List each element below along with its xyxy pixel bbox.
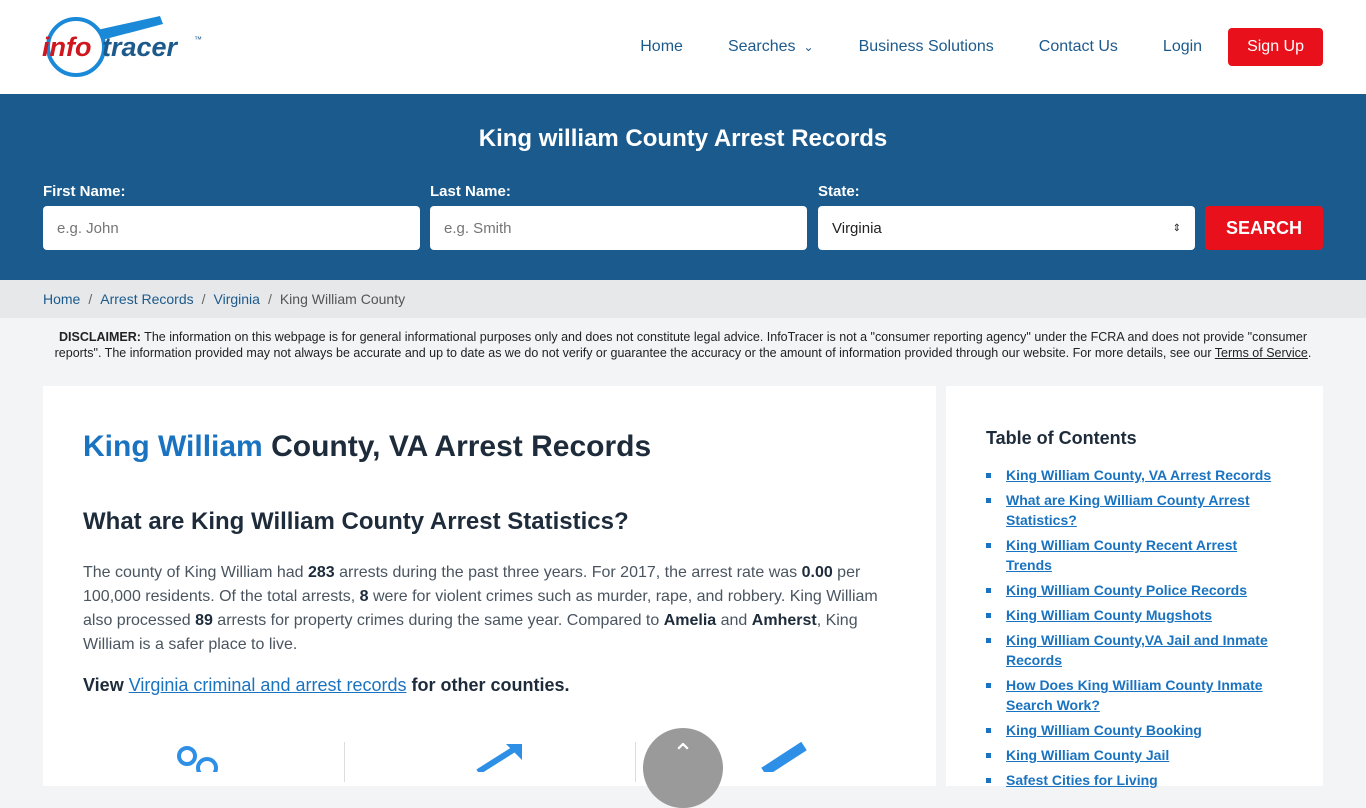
- stats-paragraph: The county of King William had 283 arres…: [83, 564, 878, 653]
- state-select[interactable]: Virginia ⇕: [818, 206, 1195, 250]
- toc-link[interactable]: What are King William County Arrest Stat…: [1006, 492, 1250, 528]
- breadcrumb-current: King William County: [279, 291, 406, 307]
- breadcrumb-arrest-records[interactable]: Arrest Records: [100, 291, 193, 307]
- svg-text:™: ™: [194, 35, 202, 44]
- section-title: What are King William County Arrest Stat…: [83, 508, 629, 535]
- toc-item: What are King William County Arrest Stat…: [986, 490, 1283, 530]
- hero-title: King william County Arrest Records: [478, 125, 888, 152]
- view-records-line: View Virginia criminal and arrest record…: [83, 675, 570, 695]
- toc-link[interactable]: King William County Recent Arrest Trends: [1006, 537, 1237, 573]
- table-of-contents: Table of Contents King William County, V…: [946, 386, 1323, 788]
- toc-link[interactable]: King William County Jail: [1006, 747, 1169, 763]
- divider: [344, 742, 345, 782]
- toc-link[interactable]: King William County Mugshots: [1006, 607, 1212, 623]
- nav-home[interactable]: Home: [640, 38, 683, 56]
- breadcrumb-home[interactable]: Home: [43, 291, 80, 307]
- toc-link[interactable]: King William County Booking: [1006, 722, 1202, 738]
- toc-item: Safest Cities for Living: [986, 770, 1283, 790]
- last-name-input[interactable]: [430, 206, 807, 250]
- svg-text:info: info: [42, 32, 91, 62]
- toc-item: King William County, VA Arrest Records: [986, 465, 1283, 485]
- nav-contact-us[interactable]: Contact Us: [1039, 38, 1118, 56]
- page-title: King William County, VA Arrest Records: [83, 430, 896, 464]
- title-rest: County, VA Arrest Records: [262, 430, 652, 463]
- last-name-label: Last Name:: [430, 183, 511, 200]
- breadcrumb: Home / Arrest Records / Virginia / King Wil…: [0, 280, 1366, 318]
- chevron-up-icon: ⌃: [672, 738, 694, 768]
- select-arrows-icon: ⇕: [1172, 222, 1181, 234]
- toc-item: King William County Police Records: [986, 580, 1283, 600]
- state-label: State:: [818, 183, 860, 200]
- title-highlight: King William: [83, 430, 263, 463]
- signup-button[interactable]: Sign Up: [1228, 28, 1323, 66]
- divider: [635, 742, 636, 782]
- toc-item: King William County Mugshots: [986, 605, 1283, 625]
- nav-login[interactable]: Login: [1163, 38, 1202, 56]
- chevron-down-icon: ⌄: [803, 40, 814, 54]
- top-nav: info tracer ™ Home Searches ⌄ Business So…: [0, 0, 1366, 94]
- scroll-to-top-button[interactable]: ⌃: [643, 728, 723, 808]
- svg-text:tracer: tracer: [102, 32, 179, 62]
- state-value: Virginia: [832, 219, 882, 237]
- toc-link[interactable]: King William County, VA Arrest Records: [1006, 467, 1271, 483]
- toc-item: King William County,VA Jail and Inmate R…: [986, 630, 1283, 670]
- nav-searches-label: Searches: [727, 38, 796, 55]
- nav-business-solutions[interactable]: Business Solutions: [859, 38, 994, 56]
- disclaimer-text: The information on this webpage is for g…: [54, 330, 1307, 360]
- first-name-label: First Name:: [43, 183, 126, 200]
- stat-icons: [43, 742, 936, 792]
- toc-link[interactable]: King William County,VA Jail and Inmate R…: [1006, 632, 1268, 668]
- search-button[interactable]: SEARCH: [1205, 206, 1323, 250]
- toc-link[interactable]: How Does King William County Inmate Sear…: [1006, 677, 1263, 713]
- infotracer-logo[interactable]: info tracer ™: [42, 14, 212, 80]
- disclaimer-end: .: [1307, 346, 1312, 360]
- first-name-input[interactable]: [43, 206, 420, 250]
- toc-link[interactable]: Safest Cities for Living: [1006, 772, 1158, 788]
- nav-searches[interactable]: Searches ⌄: [728, 38, 814, 56]
- toc-item: How Does King William County Inmate Sear…: [986, 675, 1283, 715]
- toc-item: King William County Jail: [986, 745, 1283, 765]
- breadcrumb-virginia[interactable]: Virginia: [214, 291, 260, 307]
- toc-title: Table of Contents: [986, 428, 1137, 448]
- toc-item: King William County Recent Arrest Trends: [986, 535, 1283, 575]
- terms-link[interactable]: Terms of Service: [1215, 346, 1308, 360]
- toc-item: King William County Booking: [986, 720, 1283, 740]
- disclaimer-label: DISCLAIMER:: [58, 330, 141, 344]
- disclaimer: DISCLAIMER: The information on this webp…: [0, 318, 1366, 386]
- toc-link[interactable]: King William County Police Records: [1006, 582, 1247, 598]
- search-hero: King william County Arrest Records First…: [0, 94, 1366, 280]
- virginia-records-link[interactable]: Virginia criminal and arrest records: [129, 675, 407, 695]
- main-content: King William County, VA Arrest Records W…: [43, 386, 936, 786]
